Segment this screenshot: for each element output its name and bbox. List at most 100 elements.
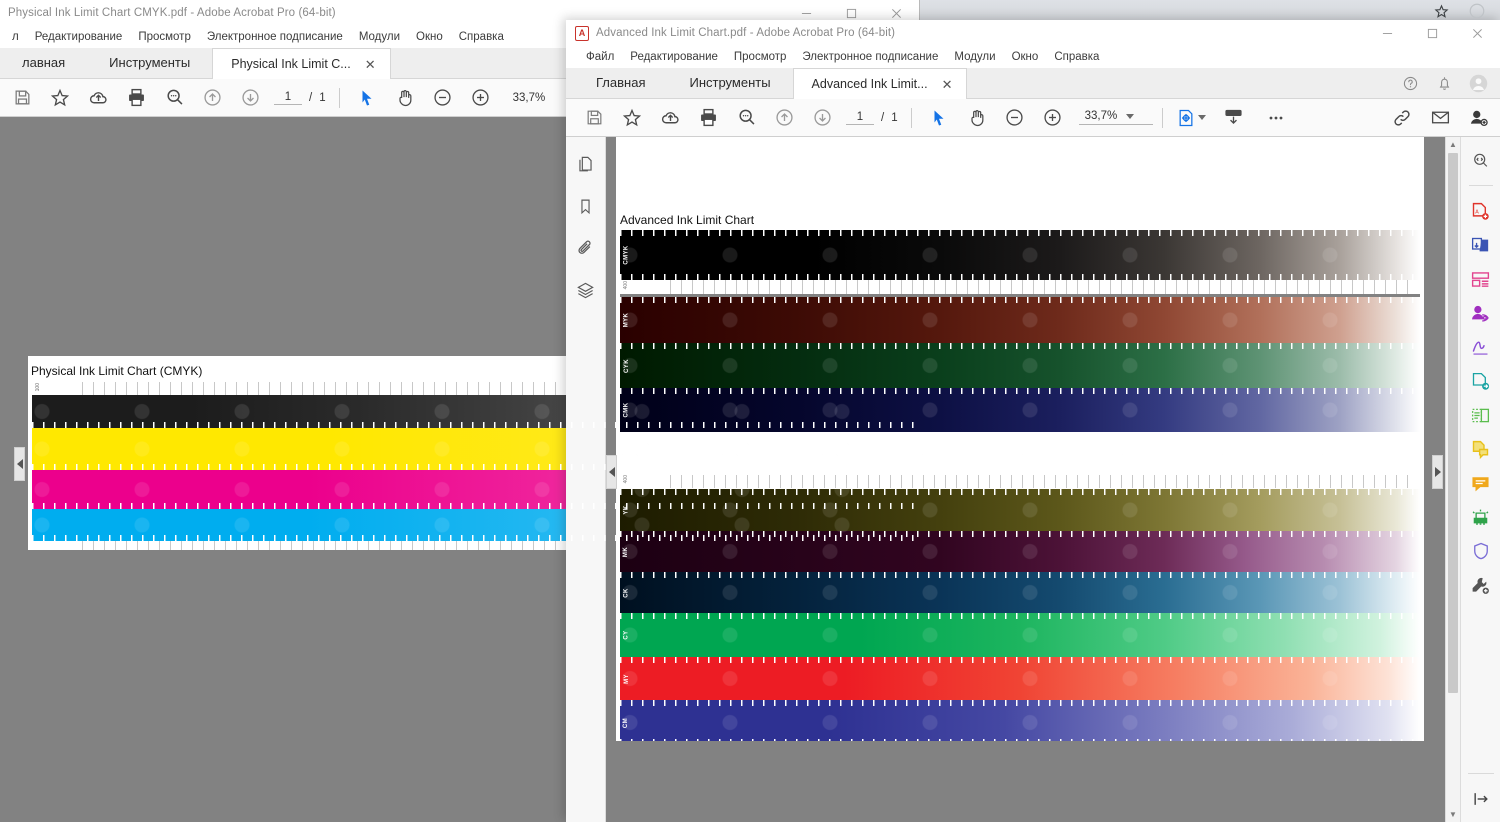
- print-icon[interactable]: [118, 81, 154, 115]
- tab-home[interactable]: Главная: [574, 67, 667, 98]
- page-down-icon[interactable]: [232, 81, 268, 115]
- window2-toolbar[interactable]: 1 / 1 33,7%: [566, 99, 1500, 137]
- select-arrow-icon[interactable]: [921, 101, 957, 135]
- select-arrow-icon[interactable]: [349, 81, 385, 115]
- print-icon[interactable]: [690, 101, 726, 135]
- browser-bookmark-star-icon[interactable]: [1424, 1, 1458, 22]
- window2-titlebar[interactable]: Advanced Ink Limit Chart.pdf - Adobe Acr…: [566, 20, 1500, 46]
- hand-icon[interactable]: [959, 101, 995, 135]
- fill-sign-icon[interactable]: [1468, 334, 1494, 360]
- zoom-in-icon[interactable]: [463, 81, 499, 115]
- export-pdf-icon[interactable]: [1468, 368, 1494, 394]
- menu-window[interactable]: Окно: [408, 29, 451, 45]
- window2-tabbar[interactable]: Главная Инструменты Advanced Ink Limit..…: [566, 68, 1500, 99]
- zoom-out-icon[interactable]: [997, 101, 1033, 135]
- menu-file[interactable]: л: [4, 29, 27, 45]
- chevron-down-icon[interactable]: [1126, 114, 1134, 119]
- cloud-upload-icon[interactable]: [80, 81, 116, 115]
- fit-page-chevron-down-icon[interactable]: [1198, 115, 1206, 120]
- scroll-up-arrow-icon[interactable]: ▲: [1446, 137, 1460, 152]
- window2-collapse-left-panel-button[interactable]: [606, 455, 617, 489]
- menu-esign[interactable]: Электронное подписание: [794, 49, 946, 65]
- page-thumbnails-icon[interactable]: [573, 151, 599, 177]
- bell-icon[interactable]: [1428, 70, 1460, 98]
- menu-file[interactable]: Файл: [578, 49, 622, 65]
- comment-page-icon[interactable]: [1468, 436, 1494, 462]
- save-icon[interactable]: [4, 81, 40, 115]
- share-link-icon[interactable]: [1384, 101, 1420, 135]
- scroll-mode-icon[interactable]: [1216, 101, 1252, 135]
- zoom-level-value[interactable]: 33,7%: [513, 92, 546, 104]
- page-navigator[interactable]: 1 / 1: [846, 111, 898, 125]
- organize-pages-icon[interactable]: [1468, 266, 1494, 292]
- tab-tools[interactable]: Инструменты: [87, 47, 212, 78]
- star-icon[interactable]: [42, 81, 78, 115]
- page-current-input[interactable]: 1: [846, 111, 874, 125]
- search-icon[interactable]: [728, 101, 764, 135]
- help-icon[interactable]: [1394, 70, 1426, 98]
- menu-plugins[interactable]: Модули: [946, 49, 1003, 65]
- menu-plugins[interactable]: Модули: [351, 29, 408, 45]
- window2-right-sidebar[interactable]: A: [1460, 137, 1500, 822]
- combine-files-icon[interactable]: [1468, 232, 1494, 258]
- search-icon[interactable]: [156, 81, 192, 115]
- window1-collapse-left-panel-button[interactable]: [14, 447, 25, 481]
- attachments-icon[interactable]: [573, 235, 599, 261]
- window2-close-button[interactable]: [1455, 20, 1500, 46]
- tab-tools[interactable]: Инструменты: [667, 67, 792, 98]
- page-up-icon[interactable]: [194, 81, 230, 115]
- window2-pdf-page[interactable]: Advanced Ink Limit Chart CMYK 400: [616, 137, 1424, 741]
- scrollbar-thumb[interactable]: [1448, 153, 1458, 693]
- menu-edit[interactable]: Редактирование: [27, 29, 131, 45]
- window2-vertical-scrollbar[interactable]: ▲ ▼: [1445, 137, 1460, 822]
- menu-window[interactable]: Окно: [1004, 49, 1047, 65]
- page-current-input[interactable]: 1: [274, 91, 302, 105]
- tools-icon[interactable]: [1468, 572, 1494, 598]
- bookmarks-icon[interactable]: [573, 193, 599, 219]
- add-user-icon[interactable]: [1460, 101, 1496, 135]
- menu-view[interactable]: Просмотр: [726, 49, 795, 65]
- create-pdf-icon[interactable]: A: [1468, 198, 1494, 224]
- menu-edit[interactable]: Редактирование: [622, 49, 726, 65]
- window2-minimize-button[interactable]: [1365, 20, 1410, 46]
- tab-document-advanced[interactable]: Advanced Ink Limit... ✕: [793, 68, 968, 99]
- account-avatar-icon[interactable]: [1462, 70, 1494, 98]
- menu-help[interactable]: Справка: [451, 29, 512, 45]
- scroll-down-arrow-icon[interactable]: ▼: [1446, 807, 1460, 822]
- comment-icon[interactable]: [1468, 470, 1494, 496]
- star-icon[interactable]: [614, 101, 650, 135]
- tab-close-icon[interactable]: ✕: [365, 58, 376, 71]
- tab-close-icon[interactable]: ✕: [942, 78, 953, 91]
- cloud-upload-icon[interactable]: [652, 101, 688, 135]
- window2-menubar[interactable]: Файл Редактирование Просмотр Электронное…: [566, 46, 1500, 68]
- window-advanced-ink-limit-chart[interactable]: Advanced Ink Limit Chart.pdf - Adobe Acr…: [566, 20, 1500, 822]
- collapse-panel-icon[interactable]: [1468, 786, 1494, 812]
- tab-home[interactable]: лавная: [0, 47, 87, 78]
- browser-profile-icon[interactable]: [1468, 2, 1496, 22]
- zoom-in-icon[interactable]: [1035, 101, 1071, 135]
- zoom-level-select[interactable]: 33,7%: [1079, 110, 1153, 125]
- band-ticks: [620, 572, 1420, 578]
- save-icon[interactable]: [576, 101, 612, 135]
- page-down-icon[interactable]: [804, 101, 840, 135]
- window2-maximize-button[interactable]: [1410, 20, 1455, 46]
- toolbar-divider: [339, 88, 340, 108]
- redact-icon[interactable]: [1468, 300, 1494, 326]
- menu-help[interactable]: Справка: [1046, 49, 1107, 65]
- page-up-icon[interactable]: [766, 101, 802, 135]
- zoom-out-icon[interactable]: [425, 81, 461, 115]
- hand-icon[interactable]: [387, 81, 423, 115]
- page-navigator[interactable]: 1 / 1: [274, 91, 326, 105]
- scan-ocr-icon[interactable]: [1468, 504, 1494, 530]
- email-icon[interactable]: [1422, 101, 1458, 135]
- more-options-icon[interactable]: [1258, 101, 1294, 135]
- search-redact-icon[interactable]: [1468, 147, 1494, 173]
- fit-page-icon[interactable]: [1172, 101, 1200, 135]
- layers-icon[interactable]: [573, 277, 599, 303]
- protect-icon[interactable]: [1468, 538, 1494, 564]
- menu-view[interactable]: Просмотр: [130, 29, 199, 45]
- edit-pdf-icon[interactable]: [1468, 402, 1494, 428]
- window2-collapse-right-panel-button[interactable]: [1432, 455, 1443, 489]
- tab-document-physical[interactable]: Physical Ink Limit C... ✕: [212, 48, 390, 79]
- menu-esign[interactable]: Электронное подписание: [199, 29, 351, 45]
